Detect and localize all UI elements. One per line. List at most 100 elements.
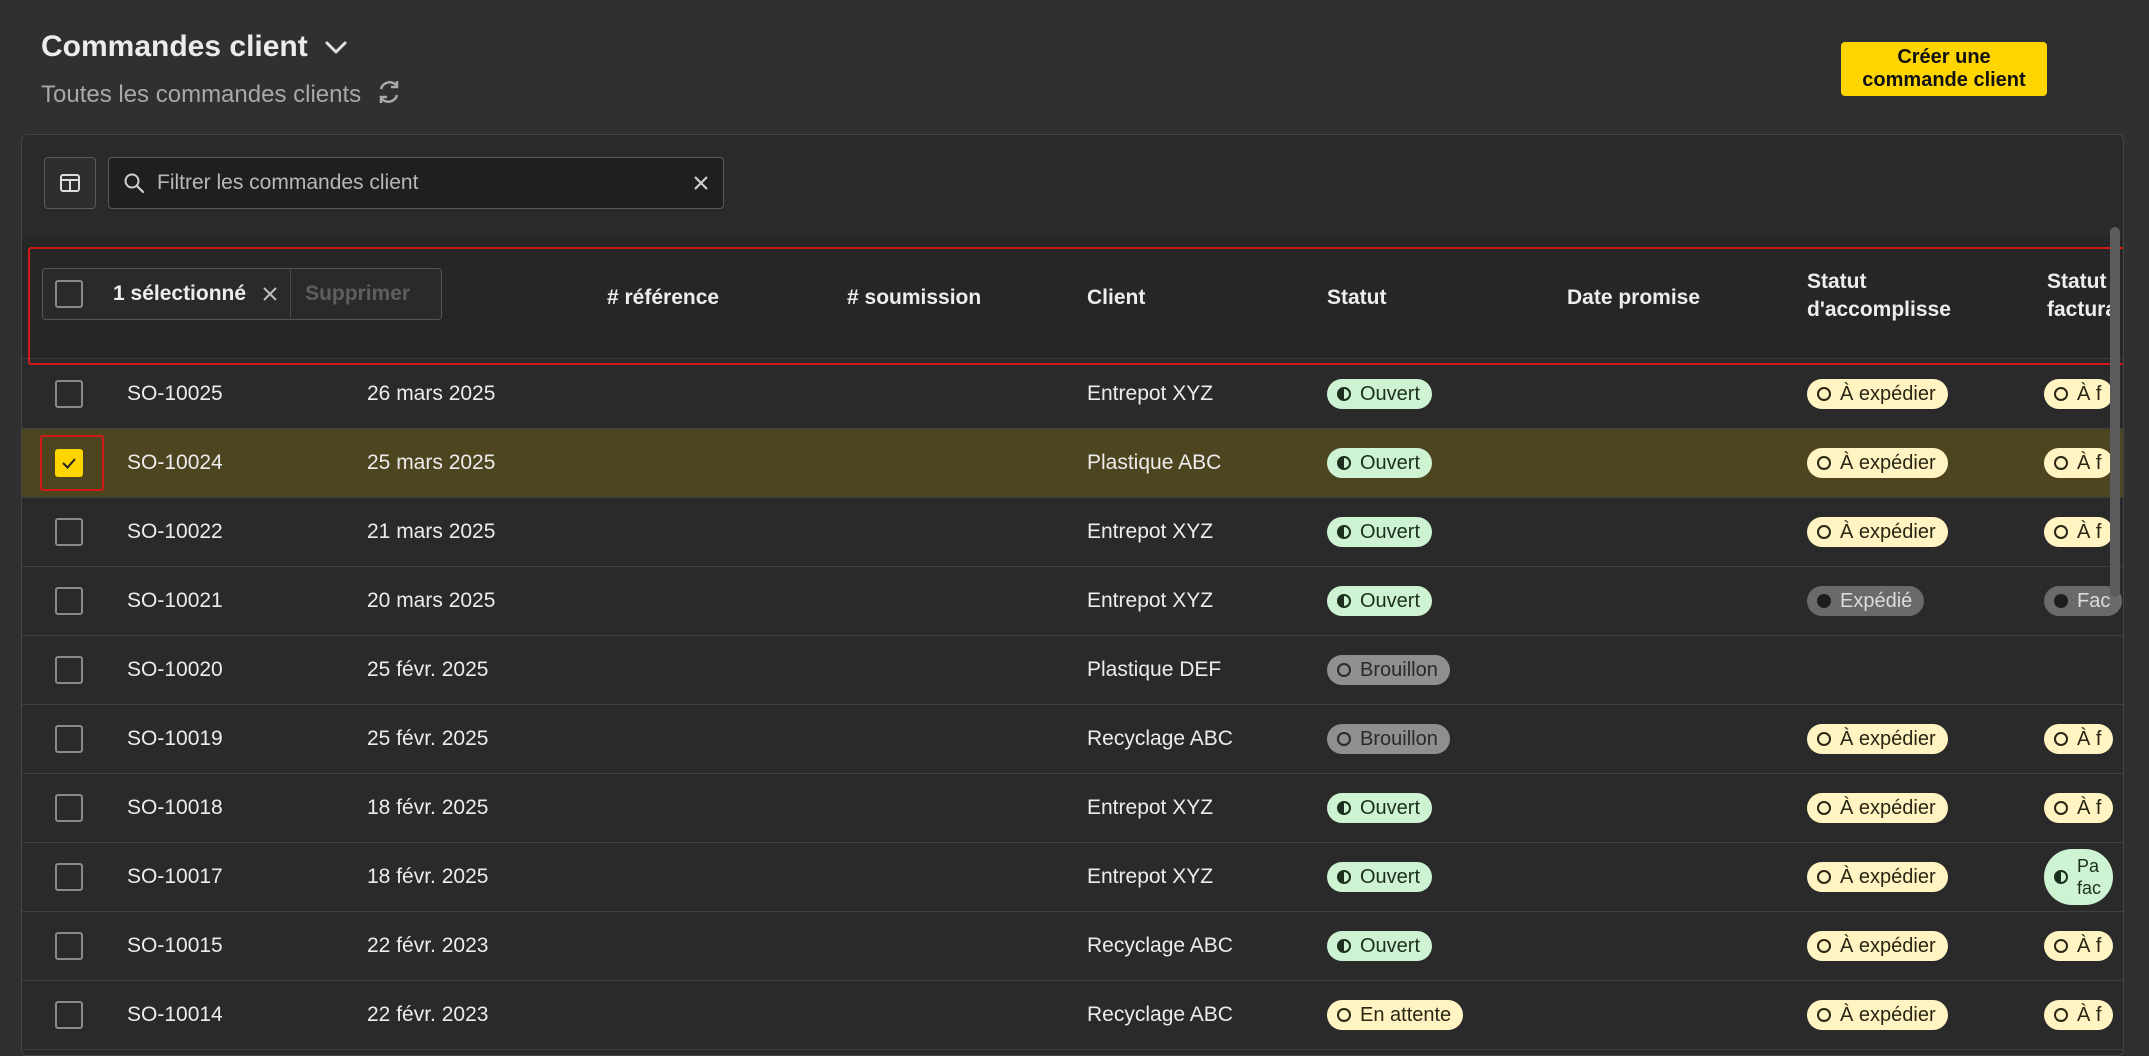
order-id[interactable]: SO-10022: [127, 498, 223, 566]
refresh-icon[interactable]: [375, 78, 403, 111]
column-header-fulfillment[interactable]: Statut d'accomplisse: [1807, 268, 1951, 324]
client-name: Recyclage ABC: [1087, 934, 1233, 957]
status-dot-icon: [1337, 387, 1351, 401]
search-input[interactable]: Filtrer les commandes client: [157, 171, 679, 195]
row-checkbox[interactable]: [55, 587, 83, 615]
selected-count: 1 sélectionné: [113, 282, 247, 305]
billing-label: Pa fac: [2077, 855, 2101, 899]
table-row[interactable]: SO-10015 22 févr. 2023 Recyclage ABC Ouvert…: [22, 912, 2123, 981]
table-row[interactable]: SO-10021 20 mars 2025 Entrepot XYZ Ouvert Ex…: [22, 567, 2123, 636]
table-row[interactable]: SO-10017 18 févr. 2025 Entrepot XYZ Ouvert À…: [22, 843, 2123, 912]
billing-badge: À f: [2044, 724, 2114, 754]
status-cell: Ouvert: [1327, 429, 1433, 497]
fulfillment-cell: À expédier: [1807, 360, 1948, 428]
title-row: Commandes client: [41, 30, 350, 64]
table-row[interactable]: SO-10020 25 févr. 2025 Plastique DEF Brouil…: [22, 636, 2123, 705]
table-row[interactable]: SO-10018 18 févr. 2025 Entrepot XYZ Ouvert À…: [22, 774, 2123, 843]
order-id[interactable]: SO-10018: [127, 774, 223, 842]
row-checkbox[interactable]: [55, 1001, 83, 1029]
row-checkbox[interactable]: [55, 380, 83, 408]
fulfillment-badge: À expédier: [1807, 448, 1948, 478]
fulfillment-badge: À expédier: [1807, 1000, 1948, 1030]
order-id[interactable]: SO-10014: [127, 981, 223, 1049]
fulfillment-badge: À expédier: [1807, 379, 1948, 409]
status-label: Brouillon: [1360, 658, 1438, 681]
fulfillment-label: À expédier: [1840, 520, 1936, 543]
table-row[interactable]: SO-10022 21 mars 2025 Entrepot XYZ Ouvert À …: [22, 498, 2123, 567]
page-header: Commandes client Toutes les commandes cl…: [0, 0, 2149, 134]
client-name: Plastique ABC: [1087, 451, 1222, 474]
header-line: d'accomplisse: [1807, 298, 1951, 321]
billing-badge: Pa fac: [2044, 849, 2114, 905]
order-id[interactable]: SO-10025: [127, 360, 223, 428]
row-checkbox[interactable]: [55, 932, 83, 960]
status-label: En attente: [1360, 1003, 1452, 1026]
status-label: Ouvert: [1360, 382, 1421, 405]
table-row[interactable]: SO-10019 25 févr. 2025 Recyclage ABC Brouil…: [22, 705, 2123, 774]
clear-selection-icon[interactable]: [262, 286, 278, 302]
billing-line: fac: [2077, 878, 2102, 898]
status-label: Ouvert: [1360, 451, 1421, 474]
order-date: 22 févr. 2023: [367, 934, 489, 957]
header-line: Statut d: [2047, 270, 2115, 293]
status-dot-icon: [2054, 939, 2068, 953]
column-header-client[interactable]: Client: [1087, 284, 1145, 312]
fulfillment-cell: À expédier: [1807, 705, 1948, 773]
status-cell: Brouillon: [1327, 705, 1450, 773]
status-badge: Brouillon: [1327, 724, 1450, 754]
status-dot-icon: [1817, 456, 1831, 470]
fulfillment-cell: À expédier: [1807, 429, 1948, 497]
order-id[interactable]: SO-10019: [127, 705, 223, 773]
column-header-submission[interactable]: # soumission: [847, 284, 981, 312]
billing-line: Pa: [2077, 856, 2100, 876]
column-header-status[interactable]: Statut: [1327, 284, 1387, 312]
fulfillment-badge: À expédier: [1807, 793, 1948, 823]
status-label: Ouvert: [1360, 589, 1421, 612]
order-id[interactable]: SO-10017: [127, 843, 223, 911]
fulfillment-cell: Expédié: [1807, 567, 1925, 635]
order-id[interactable]: SO-10024: [127, 429, 223, 497]
order-id[interactable]: SO-10020: [127, 636, 223, 704]
chevron-down-icon[interactable]: [322, 33, 350, 61]
fulfillment-badge: À expédier: [1807, 862, 1948, 892]
row-checkbox[interactable]: [55, 794, 83, 822]
status-dot-icon: [2054, 1008, 2068, 1022]
order-id[interactable]: SO-10021: [127, 567, 223, 635]
clear-search-icon[interactable]: [679, 175, 723, 191]
billing-label: À f: [2077, 934, 2102, 957]
client-name: Entrepot XYZ: [1087, 520, 1214, 543]
select-all-checkbox[interactable]: [55, 280, 83, 308]
row-checkbox[interactable]: [55, 518, 83, 546]
delete-button[interactable]: Supprimer: [290, 270, 424, 318]
status-badge: Brouillon: [1327, 655, 1450, 685]
table-row[interactable]: SO-10025 26 mars 2025 Entrepot XYZ Ouvert À …: [22, 360, 2123, 429]
vertical-scrollbar[interactable]: [2110, 227, 2120, 1055]
fulfillment-badge: À expédier: [1807, 931, 1948, 961]
table-row[interactable]: SO-10024 25 mars 2025 Plastique ABC Ouvert À…: [22, 429, 2123, 498]
column-header-billing[interactable]: Statut d factura: [2047, 268, 2115, 324]
order-date: 20 mars 2025: [367, 589, 496, 612]
row-checkbox[interactable]: [55, 656, 83, 684]
column-header-reference[interactable]: # référence: [607, 284, 719, 312]
scrollbar-thumb[interactable]: [2110, 227, 2120, 597]
row-checkbox[interactable]: [55, 863, 83, 891]
billing-label: À f: [2077, 796, 2102, 819]
search-field[interactable]: Filtrer les commandes client: [108, 157, 724, 209]
billing-badge: À f: [2044, 931, 2114, 961]
column-layout-button[interactable]: [44, 157, 96, 209]
column-header-promised-date[interactable]: Date promise: [1567, 284, 1700, 312]
fulfillment-cell: À expédier: [1807, 843, 1948, 911]
create-order-button[interactable]: Créer une commande client: [1841, 42, 2047, 96]
order-date: 18 févr. 2025: [367, 865, 489, 888]
order-id[interactable]: SO-10015: [127, 912, 223, 980]
fulfillment-cell: À expédier: [1807, 498, 1948, 566]
status-label: Ouvert: [1360, 796, 1421, 819]
row-checkbox[interactable]: [55, 725, 83, 753]
table-row[interactable]: SO-10014 22 févr. 2023 Recyclage ABC En att…: [22, 981, 2123, 1050]
status-dot-icon: [2054, 594, 2068, 608]
search-icon: [123, 172, 145, 194]
bulk-action-bar: 1 sélectionné Supprimer: [42, 268, 442, 320]
status-dot-icon: [1817, 732, 1831, 746]
fulfillment-cell: À expédier: [1807, 774, 1948, 842]
table-header: 1 sélectionné Supprimer # référence # so…: [22, 238, 2123, 359]
